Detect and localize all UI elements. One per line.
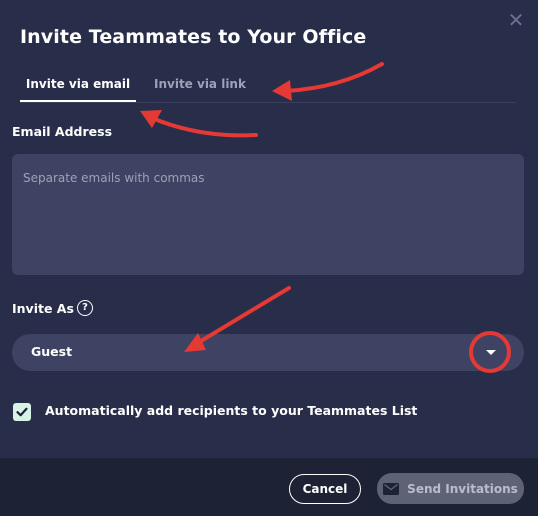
send-invitations-button[interactable]: Send Invitations (377, 473, 524, 504)
dialog-footer: Cancel Send Invitations (0, 458, 538, 516)
invite-tabs: Invite via email Invite via link (20, 70, 516, 103)
help-icon[interactable]: ? (77, 300, 93, 316)
cancel-button[interactable]: Cancel (289, 474, 361, 504)
selected-role: Guest (31, 344, 73, 359)
email-field[interactable] (12, 154, 524, 275)
tab-invite-via-link[interactable]: Invite via link (154, 70, 246, 101)
chevron-down-icon[interactable] (486, 350, 496, 355)
invite-dialog: ✕ Invite Teammates to Your Office Invite… (0, 0, 538, 516)
dialog-title: Invite Teammates to Your Office (20, 26, 367, 48)
checkmark-icon (16, 407, 28, 417)
auto-add-label: Automatically add recipients to your Tea… (45, 403, 418, 418)
send-invitations-label: Send Invitations (407, 481, 518, 496)
tab-invite-via-email[interactable]: Invite via email (20, 70, 136, 102)
auto-add-checkbox[interactable] (13, 403, 31, 421)
invite-role-select[interactable]: Guest (12, 334, 524, 371)
annotation-arrow-email-tab (150, 116, 258, 138)
close-icon[interactable]: ✕ (506, 10, 526, 30)
mail-icon (383, 482, 400, 495)
email-address-label: Email Address (12, 124, 113, 139)
invite-as-label: Invite As (12, 301, 74, 316)
